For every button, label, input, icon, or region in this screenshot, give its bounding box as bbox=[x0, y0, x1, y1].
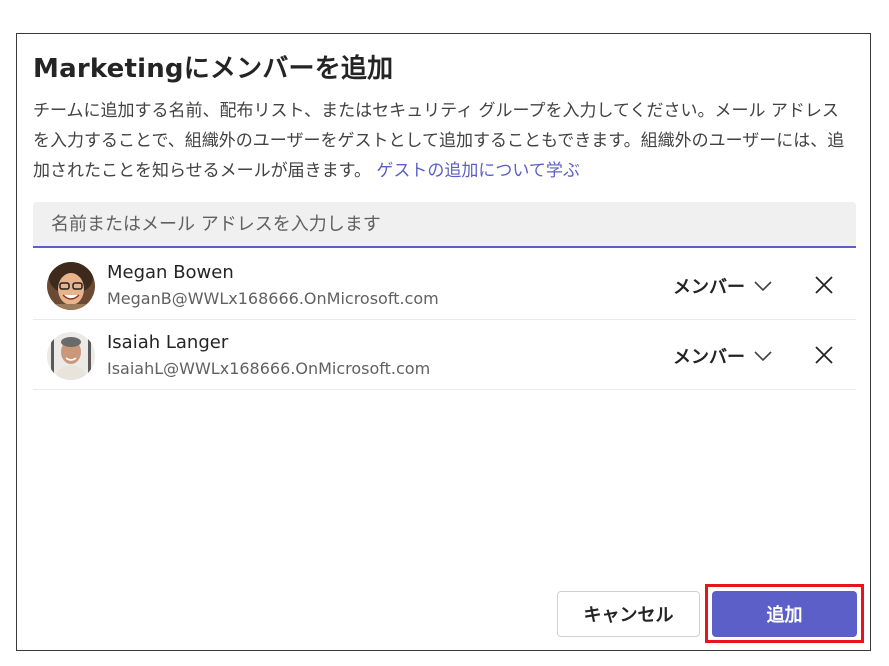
learn-about-guests-link[interactable]: ゲストの追加について学ぶ bbox=[376, 161, 580, 181]
person-avatar-photo-icon bbox=[47, 262, 95, 310]
member-row: Megan Bowen MeganB@WWLx168666.OnMicrosof… bbox=[33, 250, 856, 320]
role-label: メンバー bbox=[673, 347, 745, 368]
member-email: MeganB@WWLx168666.OnMicrosoft.com bbox=[107, 289, 439, 308]
search-input[interactable] bbox=[33, 202, 856, 246]
avatar bbox=[47, 332, 95, 380]
role-dropdown[interactable]: メンバー bbox=[673, 272, 777, 300]
member-list: Megan Bowen MeganB@WWLx168666.OnMicrosof… bbox=[33, 250, 856, 390]
remove-member-button[interactable] bbox=[809, 340, 839, 370]
chevron-down-icon bbox=[753, 348, 773, 367]
remove-member-button[interactable] bbox=[809, 270, 839, 300]
add-members-dialog: Marketingにメンバーを追加 チームに追加する名前、配布リスト、またはセキ… bbox=[16, 33, 871, 651]
dialog-description: チームに追加する名前、配布リスト、またはセキュリティ グループを入力してください… bbox=[33, 96, 853, 186]
role-dropdown[interactable]: メンバー bbox=[673, 342, 777, 370]
avatar bbox=[47, 262, 95, 310]
member-name: Isaiah Langer bbox=[107, 332, 229, 353]
close-icon bbox=[815, 346, 833, 364]
person-avatar-photo-icon bbox=[47, 332, 95, 380]
search-field[interactable] bbox=[33, 202, 856, 248]
chevron-down-icon bbox=[753, 278, 773, 297]
dialog-title: Marketingにメンバーを追加 bbox=[33, 54, 394, 84]
close-icon bbox=[815, 276, 833, 294]
add-button[interactable]: 追加 bbox=[712, 591, 857, 637]
member-row: Isaiah Langer IsaiahL@WWLx168666.OnMicro… bbox=[33, 320, 856, 390]
cancel-button[interactable]: キャンセル bbox=[557, 591, 700, 637]
role-label: メンバー bbox=[673, 277, 745, 298]
member-email: IsaiahL@WWLx168666.OnMicrosoft.com bbox=[107, 359, 431, 378]
member-name: Megan Bowen bbox=[107, 262, 234, 283]
